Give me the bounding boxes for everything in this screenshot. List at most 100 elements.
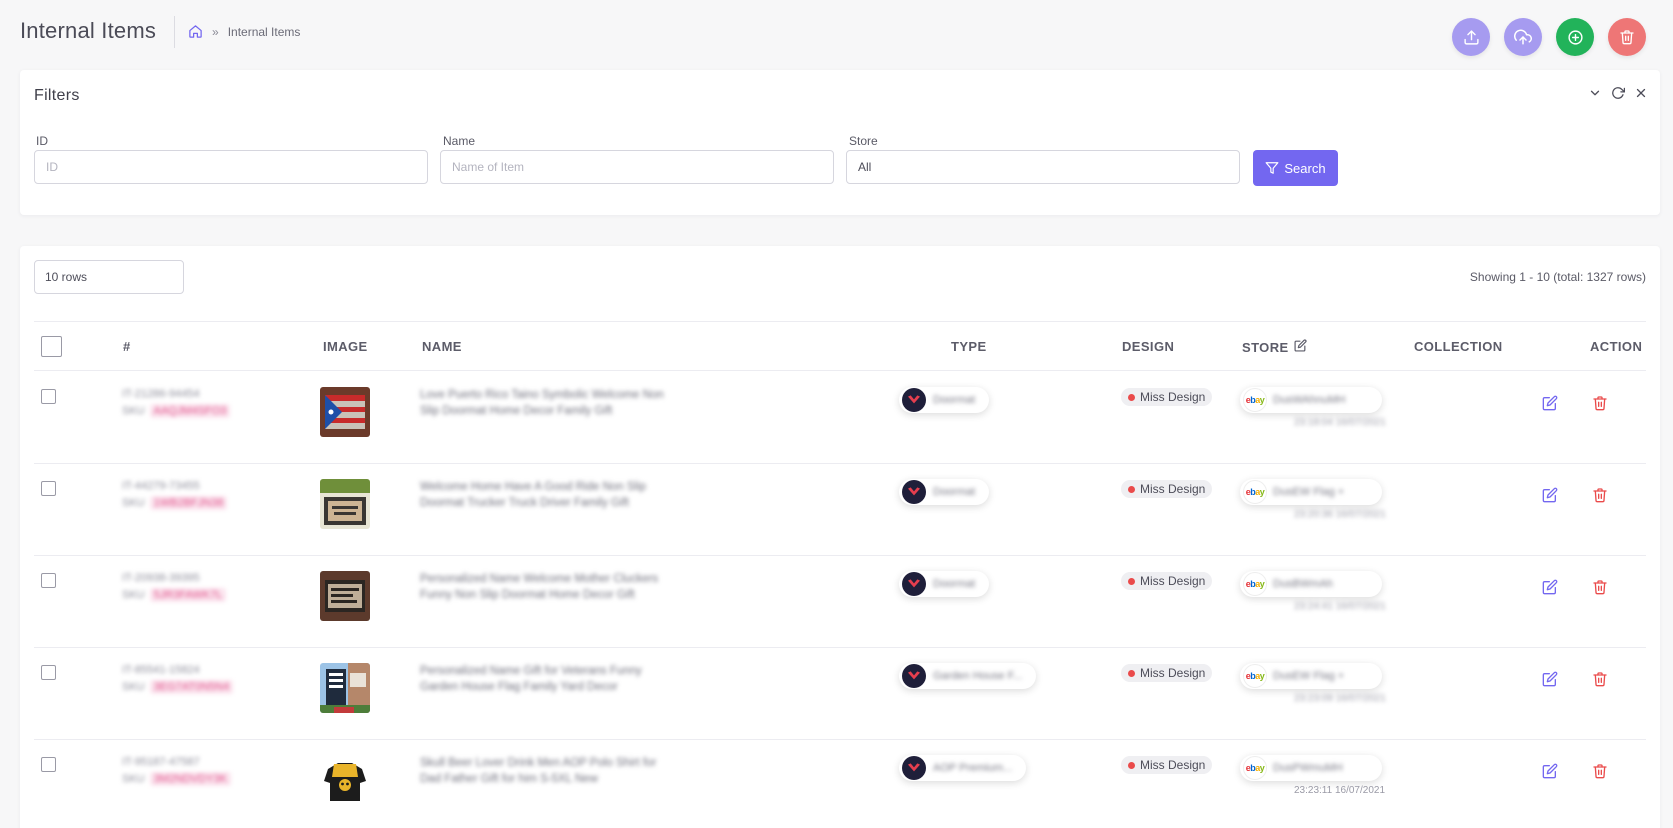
store-pill: ebay DusWAhnuMH (1240, 387, 1382, 413)
col-image: IMAGE (323, 339, 368, 354)
store-name: DusWAhnuMH (1273, 394, 1346, 406)
item-id[interactable]: IT-95187-47587 (122, 756, 272, 768)
item-sku: SKU 3EG7AT0N5N4 (122, 680, 272, 694)
item-image[interactable] (320, 387, 370, 437)
row-checkbox[interactable] (41, 481, 56, 496)
edit-row-icon[interactable] (1542, 671, 1558, 687)
edit-row-icon[interactable] (1542, 487, 1558, 503)
store-pill: ebay DusEW Flag + (1240, 663, 1382, 689)
col-store-label: STORE (1242, 339, 1289, 355)
refresh-icon[interactable] (1611, 86, 1625, 100)
sku-value: 5JR3FAWK7L (149, 588, 227, 602)
row-checkbox[interactable] (41, 389, 56, 404)
name-input[interactable] (452, 160, 822, 174)
chevron-down-icon[interactable] (1588, 86, 1602, 100)
name-label: Name (443, 134, 476, 148)
delete-row-icon[interactable] (1592, 579, 1608, 595)
store-time: 23:20:36 16/07/2021 (1294, 509, 1386, 520)
item-name[interactable]: Welcome Home Have A Good Ride Non Slip D… (420, 479, 670, 511)
item-image[interactable] (320, 755, 370, 805)
item-id[interactable]: IT-21286-94454 (122, 388, 272, 400)
edit-row-icon[interactable] (1542, 763, 1558, 779)
item-image[interactable] (320, 663, 370, 713)
home-icon[interactable] (188, 24, 203, 39)
sku-label: SKU (122, 405, 145, 417)
id-field[interactable] (34, 150, 428, 184)
design-status-label: Miss Design (1140, 758, 1206, 772)
export-button[interactable] (1452, 18, 1490, 56)
design-status-label: Miss Design (1140, 482, 1206, 496)
top-bar: Internal Items » Internal Items (0, 0, 1673, 66)
type-pill: Doormat (899, 571, 990, 597)
status-dot (1128, 669, 1135, 677)
item-sku: SKU 5JR3FAWK7L (122, 588, 272, 602)
breadcrumb-current: Internal Items (227, 24, 301, 39)
row-checkbox[interactable] (41, 573, 56, 588)
item-sku: SKU 1WB2BFJN38 (122, 496, 272, 510)
id-label: ID (36, 134, 48, 148)
filters-panel: Filters ID Name Store All Search (20, 70, 1660, 215)
trash-icon (1619, 29, 1635, 45)
store-name: DusEW Flag + (1273, 486, 1345, 498)
showing-count: Showing 1 - 10 (total: 1327 rows) (1469, 270, 1646, 284)
design-status-badge: Miss Design (1121, 664, 1213, 682)
id-input[interactable] (46, 160, 416, 174)
sku-label: SKU (122, 681, 145, 693)
delete-selected-button[interactable] (1608, 18, 1646, 56)
item-id[interactable]: IT-85541-15824 (122, 664, 272, 676)
edit-row-icon[interactable] (1542, 579, 1558, 595)
item-id-cell: IT-85541-15824 SKU 3EG7AT0N5N4 (122, 664, 272, 694)
type-label: Doormat (933, 578, 976, 590)
table-row: IT-21286-94454 SKU AAQJM4SFO3 Love Puerto… (34, 372, 1646, 464)
table-row: IT-95187-47587 SKU 3M2NDVDY3K Skull Beer … (34, 740, 1646, 828)
edit-icon[interactable] (1294, 339, 1307, 355)
row-checkbox[interactable] (41, 665, 56, 680)
col-type: TYPE (951, 339, 987, 354)
col-name: NAME (422, 339, 462, 354)
item-id[interactable]: IT-20938-39395 (122, 572, 272, 584)
name-field[interactable] (440, 150, 834, 184)
sku-value: 3M2NDVDY3K (149, 772, 231, 786)
row-checkbox[interactable] (41, 757, 56, 772)
status-dot (1128, 761, 1135, 769)
store-pill: ebay DusPWmuMH (1240, 755, 1382, 781)
rows-per-page-select[interactable]: 10 rows (34, 260, 184, 294)
item-id[interactable]: IT-44279-73455 (122, 480, 272, 492)
type-pill: Doormat (899, 479, 990, 505)
export-icon (1463, 29, 1480, 46)
design-status-badge: Miss Design (1121, 756, 1213, 774)
item-name[interactable]: Love Puerto Rico Taino Symbolic Welcome … (420, 387, 670, 419)
item-name[interactable]: Skull Beer Lover Drink Men AOP Polo Shir… (420, 755, 670, 787)
search-button[interactable]: Search (1253, 150, 1338, 186)
table-row: IT-85541-15824 SKU 3EG7AT0N5N4 Personaliz… (34, 648, 1646, 740)
type-label: Doormat (933, 486, 976, 498)
close-icon[interactable] (1634, 86, 1648, 100)
upload-button[interactable] (1504, 18, 1542, 56)
type-logo-icon (902, 572, 926, 596)
design-status-label: Miss Design (1140, 390, 1206, 404)
delete-row-icon[interactable] (1592, 395, 1608, 411)
ebay-logo-icon: ebay (1243, 388, 1267, 412)
store-pill: ebay DusBWmAh (1240, 571, 1382, 597)
store-select[interactable]: All (846, 150, 1240, 184)
delete-row-icon[interactable] (1592, 487, 1608, 503)
item-id-cell: IT-20938-39395 SKU 5JR3FAWK7L (122, 572, 272, 602)
item-image[interactable] (320, 571, 370, 621)
type-label: Doormat (933, 394, 976, 406)
search-button-label: Search (1284, 160, 1326, 176)
item-name[interactable]: Personalized Name Welcome Mother Clucker… (420, 571, 670, 603)
sku-value: AAQJM4SFO3 (149, 404, 231, 418)
add-item-button[interactable] (1556, 18, 1594, 56)
delete-row-icon[interactable] (1592, 671, 1608, 687)
type-pill: Garden House F... (899, 663, 1037, 689)
col-store: STORE (1242, 339, 1307, 355)
table-row: IT-44279-73455 SKU 1WB2BFJN38 Welcome Hom… (34, 464, 1646, 556)
plus-circle-icon (1567, 29, 1584, 46)
delete-row-icon[interactable] (1592, 763, 1608, 779)
edit-row-icon[interactable] (1542, 395, 1558, 411)
item-sku: SKU AAQJM4SFO3 (122, 404, 272, 418)
item-name[interactable]: Personalized Name Gift for Veterans Funn… (420, 663, 670, 695)
select-all-checkbox[interactable] (41, 336, 62, 357)
item-image[interactable] (320, 479, 370, 529)
title-divider (174, 16, 175, 48)
